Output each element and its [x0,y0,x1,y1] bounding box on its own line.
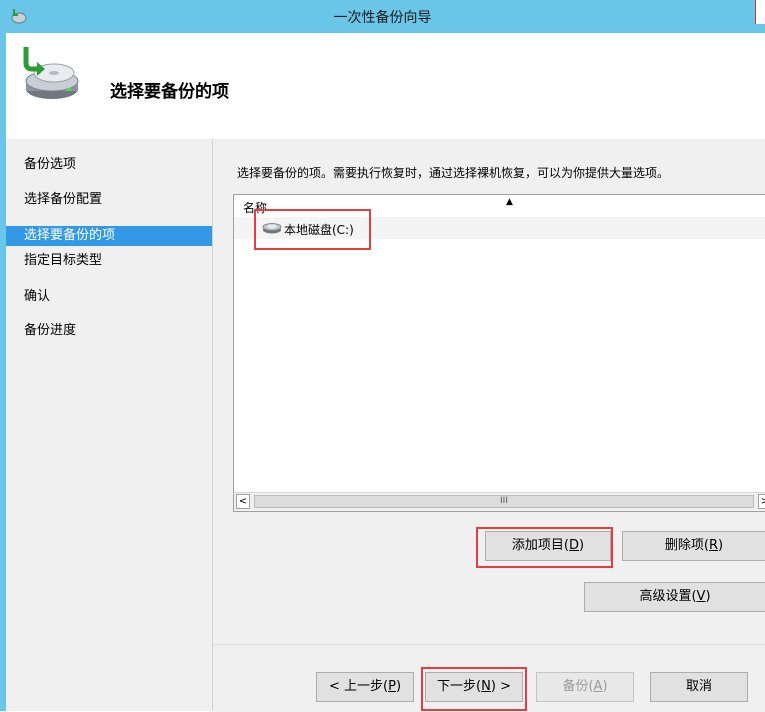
cancel-button[interactable]: 取消 [650,672,748,702]
sidebar-item-select-items[interactable]: 选择要备份的项 [6,226,212,246]
scroll-left-button[interactable]: < [236,494,250,509]
close-button-edge[interactable] [755,0,765,24]
instruction-text: 选择要备份的项。需要执行恢复时，通过选择裸机恢复，可以为你提供大量选项。 [237,166,670,180]
sidebar-item-confirm[interactable]: 确认 [6,287,212,307]
sidebar-item-backup-options[interactable]: 备份选项 [6,155,212,175]
backup-items-list[interactable]: 名称 ▲ 本地磁盘(C:) < III > [233,194,765,512]
remove-item-button[interactable]: 删除项(R) [622,531,765,561]
page-title: 选择要备份的项 [110,82,229,102]
sort-up-icon: ▲ [506,197,513,207]
title-bar[interactable]: 一次性备份向导 [0,0,765,33]
add-items-button[interactable]: 添加项目(D) [485,531,611,561]
backup-disk-icon [23,47,79,99]
main-panel: 选择要备份的项。需要执行恢复时，通过选择裸机恢复，可以为你提供大量选项。 名称 … [213,139,765,644]
wizard-header: 选择要备份的项 [6,33,765,139]
column-name-label: 名称 [243,201,268,215]
sidebar-item-progress[interactable]: 备份进度 [6,321,212,341]
sidebar-item-destination-type[interactable]: 指定目标类型 [6,251,212,271]
list-item-label: 本地磁盘(C:) [284,223,354,237]
sidebar-item-backup-config[interactable]: 选择备份配置 [6,190,212,210]
window-title: 一次性备份向导 [333,10,432,26]
horizontal-scrollbar[interactable]: < III > [234,492,765,511]
previous-button[interactable]: < 上一步(P) [316,672,414,702]
scroll-thumb[interactable]: III [254,495,754,508]
column-header-name[interactable]: 名称 ▲ [234,195,765,217]
disk-icon [262,223,282,234]
next-button[interactable]: 下一步(N) > [425,672,523,702]
list-item[interactable]: 本地磁盘(C:) [234,217,765,239]
wizard-steps-sidebar: 备份选项 选择备份配置 选择要备份的项 指定目标类型 确认 备份进度 [6,139,213,711]
wizard-footer: < 上一步(P) 下一步(N) > 备份(A) 取消 [213,644,765,712]
backup-button: 备份(A) [536,672,634,702]
scroll-right-button[interactable]: > [758,494,765,509]
advanced-settings-button[interactable]: 高级设置(V) [584,582,765,612]
